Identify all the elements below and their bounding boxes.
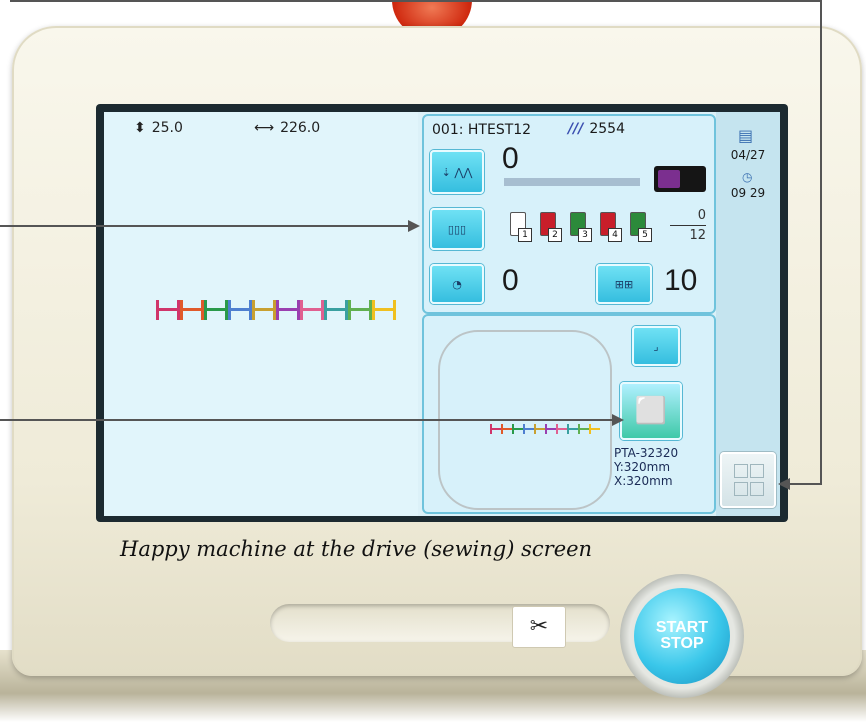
time: 09 29 [730, 186, 766, 200]
trim-button[interactable]: ✂ [512, 606, 566, 648]
stitch-count: /// 2554 [568, 121, 625, 137]
needle-bar-button[interactable]: ⊞⊞ [596, 264, 652, 304]
needle-position-button[interactable]: ⌟ [632, 326, 680, 366]
hoop-design-mark [578, 424, 589, 434]
speed-button[interactable]: ◔ [430, 264, 484, 304]
hoop-design-mark [512, 424, 523, 434]
hoop-design-mark [545, 424, 556, 434]
start-stop-button[interactable]: START STOP [620, 574, 744, 698]
needle-number-label: 4 [608, 228, 622, 242]
stitch-icon: /// [568, 121, 584, 137]
design-mark [180, 300, 204, 320]
hoop-design-mark [534, 424, 545, 434]
callout-line-hoop [0, 419, 614, 421]
needle-spools: 1 2 3 4 5 [506, 212, 652, 242]
color-change-button[interactable]: ▯▯▯ [430, 208, 484, 250]
hoop-design-preview [490, 424, 600, 434]
needle-zigzag-icon: ⇣ ⋀⋀ [441, 165, 473, 179]
scissors-icon: ✂ [529, 614, 549, 639]
stitch-forward-button[interactable]: ⇣ ⋀⋀ [430, 150, 484, 194]
needle-number-value: 10 [664, 264, 698, 297]
sewing-progress-bar [504, 178, 640, 186]
height-value: 25.0 [151, 120, 183, 136]
design-mark [348, 300, 372, 320]
width-arrow-icon: ⟷ [254, 120, 275, 136]
hoop-info: PTA-32320 Y:320mm X:320mm [614, 446, 678, 488]
needle-down-icon: ⌟ [653, 339, 659, 353]
hoop-design-mark [567, 424, 578, 434]
hoop-design-mark [589, 424, 600, 434]
needle-number-label: 5 [638, 228, 652, 242]
callout-line-color-change [0, 225, 410, 227]
hoop-design-mark [490, 424, 501, 434]
needle-spool[interactable]: 1 [506, 212, 532, 242]
hoop-x-size: X:320mm [614, 474, 673, 488]
stitch-total-value: 2554 [589, 121, 625, 137]
right-sidebar: ▤ 04/27 ◷ 09 29 [716, 112, 780, 516]
current-stitch-value: 0 [502, 142, 519, 175]
needle-spool[interactable]: 4 [596, 212, 622, 242]
design-mark [372, 300, 396, 320]
hoop-design-mark [556, 424, 567, 434]
hoop-frame-icon: ⬜ [634, 396, 668, 426]
callout-arrow-color-change [408, 220, 420, 232]
caption: Happy machine at the drive (sewing) scre… [120, 537, 593, 561]
thread-icon [658, 170, 680, 188]
calendar-icon: ▤ [738, 126, 754, 145]
needle-number-label: 3 [578, 228, 592, 242]
hoop-design-mark [523, 424, 534, 434]
width-value: 226.0 [280, 120, 321, 136]
needle-spool[interactable]: 5 [626, 212, 652, 242]
height-readout: ⬍ 25.0 [134, 120, 183, 136]
design-mark [252, 300, 276, 320]
color-step-fraction: 0 12 [670, 208, 706, 243]
date: 04/27 [730, 148, 766, 162]
needle-spool[interactable]: 3 [566, 212, 592, 242]
needle-number-label: 1 [518, 228, 532, 242]
color-step-current: 0 [697, 208, 706, 223]
thread-trim-button[interactable] [654, 166, 706, 192]
callout-arrow-menu [778, 478, 790, 490]
start-stop-face: START STOP [634, 588, 730, 684]
design-mark [156, 300, 180, 320]
hoop-name: PTA-32320 [614, 446, 679, 460]
design-mark [300, 300, 324, 320]
color-step-total: 12 [689, 228, 706, 243]
hoop-select-button[interactable]: ⬜ [620, 382, 682, 440]
callout-line-menu-h [786, 483, 822, 485]
hoop-design-mark [501, 424, 512, 434]
design-name: 001: HTEST12 [432, 122, 532, 138]
speed-value: 0 [502, 264, 519, 297]
callout-arrow-hoop [612, 414, 624, 426]
design-mark [324, 300, 348, 320]
needle-number-label: 2 [548, 228, 562, 242]
needle-bar-icon: ⊞⊞ [614, 277, 634, 291]
stop-label: STOP [660, 635, 704, 652]
callout-line-menu [820, 0, 822, 484]
callout-line-top [10, 0, 820, 2]
needle-colors-icon: ▯▯▯ [447, 222, 467, 236]
design-preview [156, 300, 396, 320]
hoop-panel: ⌟ ⬜ PTA-32320 Y:320mm X:320mm [422, 314, 716, 514]
needle-spool[interactable]: 2 [536, 212, 562, 242]
speedometer-icon: ◔ [452, 277, 462, 291]
hoop-y-size: Y:320mm [614, 460, 671, 474]
menu-button[interactable] [720, 452, 776, 508]
touch-screen: ⬍ 25.0 ⟷ 226.0 001: HTEST12 /// 2554 ⇣ ⋀… [104, 112, 780, 516]
status-panel: 001: HTEST12 /// 2554 ⇣ ⋀⋀ 0 ▯▯▯ 12345 0… [422, 114, 716, 314]
design-mark [204, 300, 228, 320]
clock-icon: ◷ [742, 170, 753, 184]
menu-grid-icon [734, 464, 748, 478]
design-preview-pane: ⬍ 25.0 ⟷ 226.0 [104, 112, 418, 516]
width-readout: ⟷ 226.0 [254, 120, 320, 136]
design-mark [276, 300, 300, 320]
sewing-info-panel: 001: HTEST12 /// 2554 ⇣ ⋀⋀ 0 ▯▯▯ 12345 0… [422, 114, 716, 514]
design-mark [228, 300, 252, 320]
height-arrow-icon: ⬍ [134, 120, 146, 136]
start-label: START [655, 619, 709, 636]
